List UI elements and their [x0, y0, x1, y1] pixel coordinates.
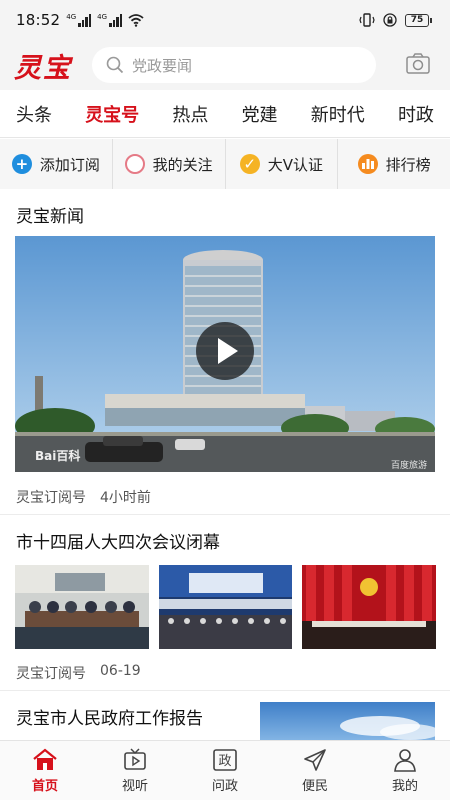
quick-actions-bar: + 添加订阅 我的关注 ✓ 大V认证 排行榜 [0, 139, 450, 189]
nav-audio-video[interactable]: 视听 [90, 741, 180, 800]
add-subscription-label: 添加订阅 [39, 155, 100, 174]
circle-icon [124, 154, 145, 174]
search-placeholder: 党政要闻 [132, 56, 193, 75]
status-bar: 18:52 4G 4G 75 [0, 0, 450, 40]
tab-lingbaohao[interactable]: 灵宝号 [85, 101, 139, 127]
network-type-label: 4G [66, 12, 77, 21]
leaderboard-label: 排行榜 [385, 155, 431, 174]
search-input[interactable]: 党政要闻 [92, 47, 376, 83]
vibrate-icon [359, 13, 375, 27]
my-follows-button[interactable]: 我的关注 [113, 139, 226, 189]
app-logo: 灵宝 [14, 52, 72, 84]
article-source: 灵宝订阅号 [16, 666, 86, 682]
top-header: 灵宝 党政要闻 [0, 40, 450, 90]
article-title[interactable]: 市十四届人大四次会议闭幕 [16, 528, 220, 553]
nav-services-label: 便民 [301, 779, 328, 794]
camera-icon[interactable] [405, 51, 431, 77]
leaderboard-button[interactable]: 排行榜 [338, 139, 450, 189]
nav-inquiry-label: 问政 [211, 779, 238, 794]
search-icon [106, 56, 124, 74]
thumbnail-image [158, 565, 293, 649]
wifi-icon [128, 14, 144, 27]
status-time: 18:52 [16, 11, 61, 29]
tab-new-era[interactable]: 新时代 [311, 101, 365, 127]
verified-v-button[interactable]: ✓ 大V认证 [226, 139, 339, 189]
nav-profile-label: 我的 [391, 779, 418, 794]
nav-home-label: 首页 [31, 779, 58, 794]
signal-icon: 4G [66, 12, 92, 27]
tv-icon [124, 748, 146, 770]
verified-v-label: 大V认证 [267, 155, 323, 174]
thumbnail-image[interactable] [260, 702, 435, 740]
rank-icon [357, 154, 378, 174]
nav-inquiry[interactable]: 政 问政 [180, 741, 270, 800]
status-right: 75 [359, 13, 432, 27]
article-source: 灵宝订阅号 [16, 490, 86, 506]
bottom-navigation: 首页 视听 政 问政 便民 我的 [0, 740, 450, 800]
add-subscription-button[interactable]: + 添加订阅 [0, 139, 113, 189]
section-title: 灵宝新闻 [16, 207, 84, 227]
article-meta: 灵宝订阅号 06-19 [16, 663, 141, 683]
article-time: 4小时前 [100, 490, 151, 506]
my-follows-label: 我的关注 [152, 155, 213, 174]
watermark-baike: Bai百科 [35, 449, 81, 463]
divider [0, 514, 450, 515]
tab-party[interactable]: 党建 [242, 101, 278, 127]
hero-video-thumbnail[interactable]: Bai百科 百度旅游 [15, 236, 435, 472]
plus-icon: + [11, 154, 32, 174]
check-icon: ✓ [239, 154, 260, 174]
nav-home[interactable]: 首页 [0, 741, 90, 800]
zheng-icon-text: 政 [218, 754, 231, 769]
tab-politics[interactable]: 时政 [398, 101, 434, 127]
thumbnail-image [15, 565, 149, 649]
tab-toutiao[interactable]: 头条 [16, 101, 52, 127]
article-time: 06-19 [100, 663, 141, 679]
battery-icon: 75 [405, 13, 432, 27]
network-type-label: 4G [97, 12, 108, 21]
zheng-icon: 政 [213, 749, 237, 771]
nav-audio-video-label: 视听 [121, 779, 148, 794]
article-thumbnails[interactable] [15, 565, 437, 649]
thumbnail-image [302, 565, 437, 649]
signal-icon: 4G [97, 12, 123, 27]
lock-icon [383, 13, 397, 27]
send-icon [304, 749, 326, 771]
app-screen: 18:52 4G 4G 75 灵宝 党政要闻 头条 灵宝号 热点 党建 新时代 … [0, 0, 450, 800]
article-meta: 灵宝订阅号 4小时前 [16, 487, 151, 507]
nav-profile[interactable]: 我的 [360, 741, 450, 800]
battery-level: 75 [405, 13, 429, 27]
article-title[interactable]: 灵宝市人民政府工作报告 [16, 704, 203, 729]
home-icon [33, 748, 57, 770]
divider [0, 690, 450, 691]
status-left: 18:52 4G 4G [16, 11, 144, 29]
nav-services[interactable]: 便民 [270, 741, 360, 800]
category-tabs: 头条 灵宝号 热点 党建 新时代 时政 [0, 90, 450, 138]
tab-hotspot[interactable]: 热点 [172, 101, 208, 127]
user-icon [394, 749, 416, 772]
play-icon[interactable] [196, 322, 254, 380]
watermark-baidu-travel: 百度旅游 [390, 461, 427, 471]
